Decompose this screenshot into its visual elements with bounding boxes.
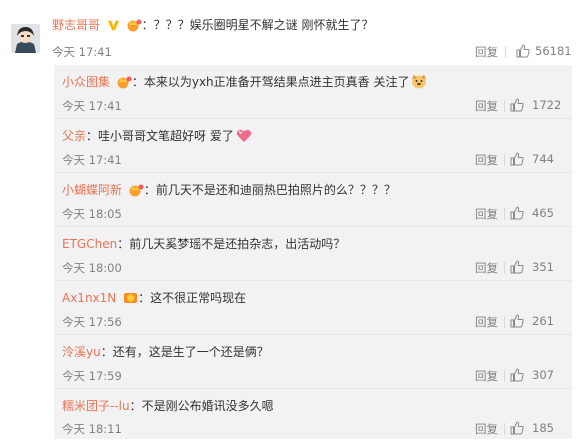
sub-comment-username[interactable]: Ax1nx1N xyxy=(62,291,116,305)
sub-comment-username[interactable]: 小蝴蝶阿新 xyxy=(62,183,122,197)
thumbs-up-icon[interactable] xyxy=(510,152,524,166)
sub-comment-text: 小众图集 ：本来以为yxh正准备开驾结果点进主页真香 关注了 xyxy=(62,74,567,90)
sub-comment-text: 泠溪yu：还有，这是生了一个还是俩？ xyxy=(62,344,567,360)
thumbs-up-icon[interactable] xyxy=(510,98,524,112)
comment-body: ：？？？娱乐圈明星不解之谜 刚怀就生了？ xyxy=(141,18,374,32)
thumbs-up-icon[interactable] xyxy=(510,314,524,328)
fan-badge-icon xyxy=(124,293,138,303)
sub-comment: 小蝴蝶阿新 ：前几天不是还和迪丽热巴拍照片的么？？？？ 今天 18:05 回复 … xyxy=(54,173,572,227)
reply-button[interactable]: 回复 xyxy=(475,44,498,60)
thumbs-up-icon[interactable] xyxy=(510,368,524,382)
vip-v-icon xyxy=(107,20,119,31)
sub-comment-username[interactable]: 父亲 xyxy=(62,129,86,143)
sub-comment-body: ：前几天奚梦瑶不是还拍杂志，出活动吗？ xyxy=(117,237,346,251)
like-count: 1722 xyxy=(532,98,562,112)
sub-comment-username[interactable]: ETGChen xyxy=(62,237,117,251)
crown-badge-icon xyxy=(117,76,132,89)
comment-time: 今天 17:41 xyxy=(52,45,112,59)
sub-comment-time: 今天 17:41 xyxy=(62,153,122,167)
divider xyxy=(504,154,505,166)
sub-comment-body: ：哇小哥哥文笔超好呀 爱了 xyxy=(86,129,234,143)
sub-comment: 父亲：哇小哥哥文笔超好呀 爱了 今天 17:41 回复 744 xyxy=(54,119,572,173)
sub-comment-text: Ax1nx1N ：这不很正常吗现在 xyxy=(62,290,567,306)
thumbs-up-icon[interactable] xyxy=(510,421,524,435)
sub-comment-time: 今天 18:11 xyxy=(62,422,122,436)
sub-comment-body: ：本来以为yxh正准备开驾结果点进主页真香 关注了 xyxy=(131,75,410,89)
sub-comment-time: 今天 17:56 xyxy=(62,315,122,329)
reply-button[interactable]: 回复 xyxy=(475,421,498,437)
sub-comment-text: 糯米团子--lu：不是刚公布婚讯没多久嗯 xyxy=(62,398,567,414)
sub-comment: 小众图集 ：本来以为yxh正准备开驾结果点进主页真香 关注了 今天 17:41 … xyxy=(54,65,572,119)
sub-comment: 糯米团子--lu：不是刚公布婚讯没多久嗯 今天 18:11 回复 185 xyxy=(54,389,572,442)
sub-comment-username[interactable]: 泠溪yu xyxy=(62,345,101,359)
thumbs-up-icon[interactable] xyxy=(510,260,524,274)
sub-comment-text: 小蝴蝶阿新 ：前几天不是还和迪丽热巴拍照片的么？？？？ xyxy=(62,182,567,198)
sub-comment-time: 今天 17:59 xyxy=(62,369,122,383)
reply-button[interactable]: 回复 xyxy=(475,98,498,114)
avatar[interactable] xyxy=(11,24,40,53)
sub-comment-body: ：这不很正常吗现在 xyxy=(138,291,247,305)
comment-text: 野志哥哥 ：？？？娱乐圈明星不解之谜 刚怀就生了？ xyxy=(52,16,572,34)
reply-button[interactable]: 回复 xyxy=(475,314,498,330)
sub-comment-body: ：不是刚公布婚讯没多久嗯 xyxy=(129,399,274,413)
divider xyxy=(504,262,505,274)
reply-button[interactable]: 回复 xyxy=(475,260,498,276)
sub-comment-text: 父亲：哇小哥哥文笔超好呀 爱了 xyxy=(62,128,567,144)
main-comment: 野志哥哥 ：？？？娱乐圈明星不解之谜 刚怀就生了？ 今天 17:41 回复 56… xyxy=(0,0,576,59)
crown-badge-icon xyxy=(129,184,144,197)
crown-badge-icon xyxy=(127,19,142,32)
sub-comment-text: ETGChen：前几天奚梦瑶不是还拍杂志，出活动吗？ xyxy=(62,236,567,252)
like-count: 351 xyxy=(532,260,554,274)
comment-username[interactable]: 野志哥哥 xyxy=(52,18,100,32)
sub-comment-time: 今天 18:00 xyxy=(62,261,122,275)
sub-comment-body: ：还有，这是生了一个还是俩？ xyxy=(100,345,269,359)
sub-comment-body: ：前几天不是还和迪丽热巴拍照片的么？？？？ xyxy=(143,183,396,197)
like-count: 261 xyxy=(532,314,554,328)
divider xyxy=(504,370,505,382)
divider xyxy=(505,46,506,58)
dog-emoji-icon xyxy=(412,74,427,89)
reply-button[interactable]: 回复 xyxy=(475,152,498,168)
like-count: 307 xyxy=(532,368,554,382)
reply-button[interactable]: 回复 xyxy=(475,368,498,384)
like-count: 744 xyxy=(532,152,554,166)
thumbs-up-icon[interactable] xyxy=(510,206,524,220)
like-count: 465 xyxy=(532,206,554,220)
reply-button[interactable]: 回复 xyxy=(475,206,498,222)
sub-comment: ETGChen：前几天奚梦瑶不是还拍杂志，出活动吗？ 今天 18:00 回复 3… xyxy=(54,227,572,281)
sub-comment-list: 小众图集 ：本来以为yxh正准备开驾结果点进主页真香 关注了 今天 17:41 … xyxy=(54,65,572,439)
sub-comment-time: 今天 18:05 xyxy=(62,207,122,221)
sub-comment: Ax1nx1N ：这不很正常吗现在 今天 17:56 回复 261 xyxy=(54,281,572,335)
divider xyxy=(504,423,505,435)
like-count: 185 xyxy=(532,421,554,435)
heart-emoji-icon xyxy=(236,129,252,142)
sub-comment: 泠溪yu：还有，这是生了一个还是俩？ 今天 17:59 回复 307 xyxy=(54,335,572,389)
sub-comment-time: 今天 17:41 xyxy=(62,99,122,113)
sub-comment-username[interactable]: 小众图集 xyxy=(62,75,110,89)
divider xyxy=(504,316,505,328)
like-count: 56181 xyxy=(535,44,572,58)
divider xyxy=(504,208,505,220)
divider xyxy=(504,100,505,112)
sub-comment-username[interactable]: 糯米团子--lu xyxy=(62,399,130,413)
thumbs-up-icon[interactable] xyxy=(516,44,530,58)
